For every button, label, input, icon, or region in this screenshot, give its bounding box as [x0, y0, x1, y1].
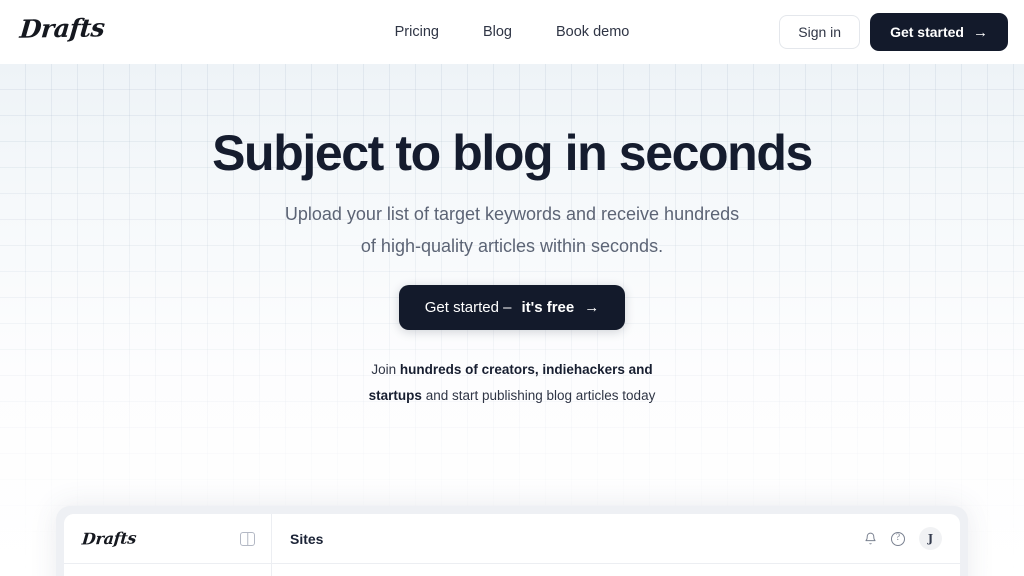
app-sidebar: Drafts Sites — [64, 514, 272, 576]
sign-in-button[interactable]: Sign in — [779, 15, 861, 49]
hero-subheadline-line-1: Upload your list of target keywords and … — [284, 204, 740, 224]
hero-headline: Subject to blog in seconds — [212, 125, 813, 181]
app-body: Welcome back Julius 👋 Sites ? Reports ? — [272, 564, 960, 576]
hero-social-proof: Join hundreds of creators, indiehackers … — [0, 357, 1024, 409]
social-proof-strong-2: startups — [368, 388, 422, 403]
social-proof-line-1: Join hundreds of creators, indiehackers … — [0, 357, 1024, 383]
app-preview: Drafts Sites ? J — [64, 514, 960, 576]
get-started-label: Get started — [890, 24, 964, 40]
social-proof-line-2: startups and start publishing blog artic… — [0, 383, 1024, 409]
app-preview-frame: Drafts Sites ? J — [56, 506, 968, 576]
hero-get-started-free-button[interactable]: Get started – it's free → — [398, 285, 626, 330]
app-sidebar-header: Drafts — [64, 514, 271, 564]
bell-icon[interactable] — [864, 532, 877, 545]
nav-link-book-demo[interactable]: Book demo — [556, 24, 629, 40]
social-proof-post: and start publishing blog articles today — [425, 388, 656, 403]
nav-actions: Sign in Get started → — [779, 0, 1008, 64]
hero-cta-wrapper: Get started – it's free → — [0, 285, 1024, 330]
hero-subheadline-line-2: of high-quality articles within seconds. — [360, 236, 664, 256]
app-main-header: Sites ? J — [272, 514, 960, 564]
top-navbar: Drafts Pricing Blog Book demo Sign in Ge… — [0, 0, 1024, 64]
landing-page: Drafts Pricing Blog Book demo Sign in Ge… — [0, 0, 1024, 576]
app-page-title: Sites — [290, 530, 324, 547]
sidebar-toggle-icon[interactable] — [240, 531, 255, 546]
social-proof-strong-1: hundreds of creators, indiehackers and — [399, 362, 653, 377]
hero-cta-strong: it's free — [521, 299, 575, 316]
hero-subheadline: Upload your list of target keywords and … — [0, 198, 1024, 262]
app-logo-drafts[interactable]: Drafts — [81, 529, 137, 549]
nav-link-blog[interactable]: Blog — [483, 24, 512, 40]
get-started-button[interactable]: Get started → — [870, 13, 1008, 51]
social-proof-pre: Join — [371, 362, 397, 377]
avatar[interactable]: J — [919, 527, 942, 550]
app-header-icons: ? J — [864, 527, 942, 550]
app-main: Sites ? J — [272, 514, 960, 576]
nav-link-pricing[interactable]: Pricing — [395, 24, 439, 40]
arrow-right-icon: → — [584, 299, 600, 316]
arrow-right-icon: → — [973, 23, 988, 41]
help-icon[interactable]: ? — [891, 531, 905, 546]
app-sidebar-nav: Sites — [64, 564, 271, 576]
hero-cta-label: Get started – — [424, 299, 512, 316]
hero-section: Subject to blog in seconds Upload your l… — [0, 64, 1024, 576]
